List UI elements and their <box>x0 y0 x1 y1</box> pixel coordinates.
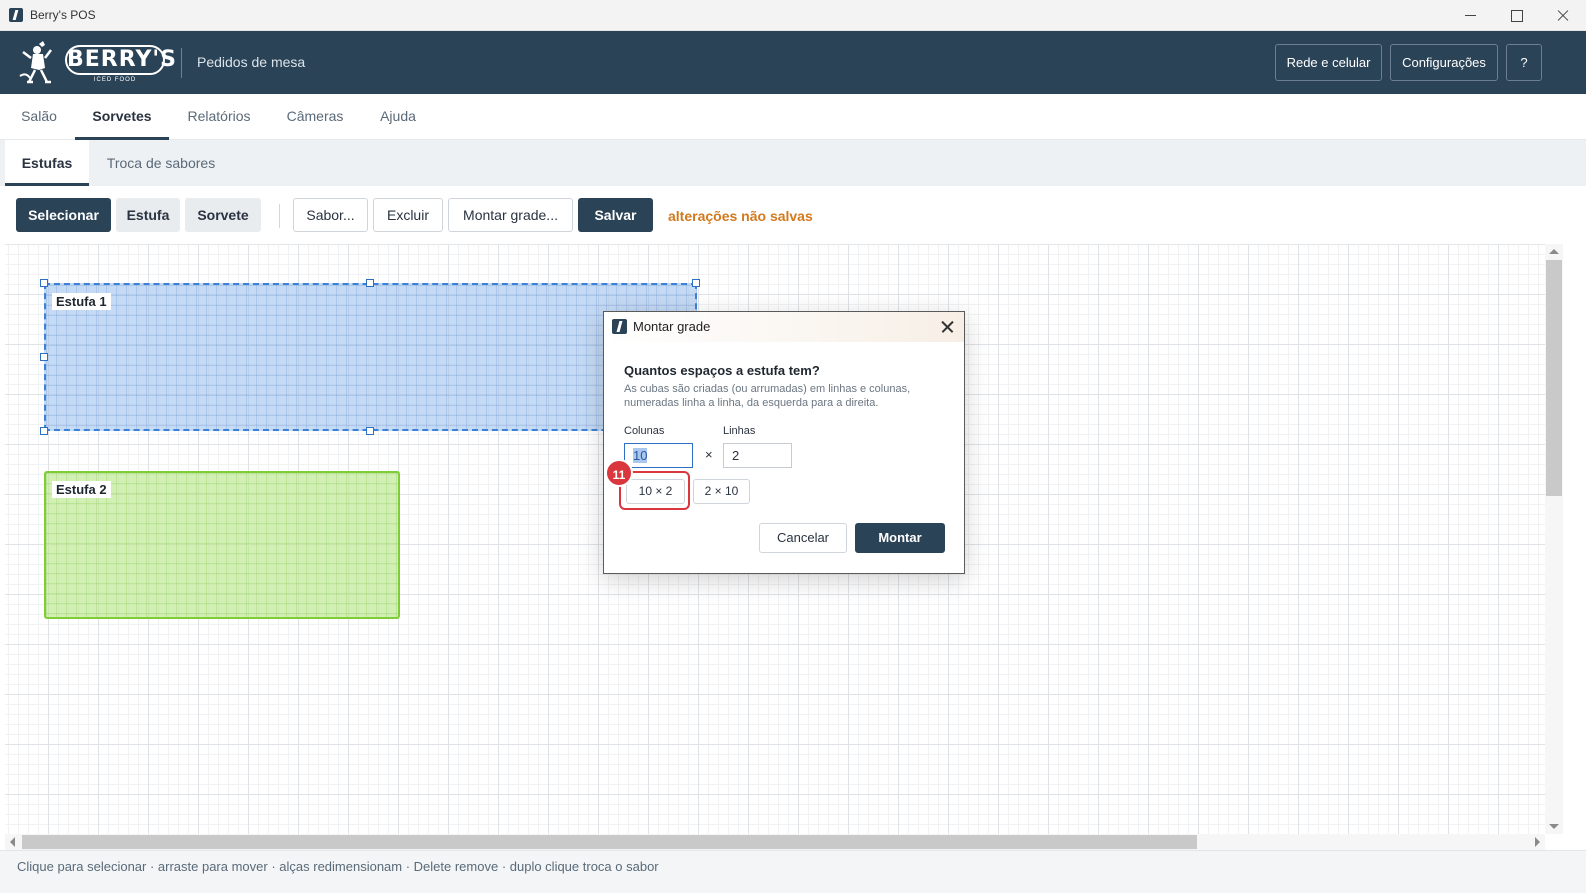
estufa-label: Estufa 2 <box>52 481 111 498</box>
window-title: Berry's POS <box>30 8 96 22</box>
save-button[interactable]: Salvar <box>578 198 653 232</box>
main-nav: Salão Sorvetes Relatórios Câmeras Ajuda <box>0 94 1586 140</box>
tab-sorvetes[interactable]: Sorvetes <box>75 94 169 140</box>
estufa-2[interactable]: Estufa 2 <box>44 471 400 619</box>
resize-handle-nw[interactable] <box>40 279 48 287</box>
times-sign: × <box>705 447 713 462</box>
columns-input[interactable]: 10 <box>624 443 693 468</box>
dialog-question: Quantos espaços a estufa tem? <box>624 363 820 378</box>
tab-salao[interactable]: Salão <box>16 94 62 140</box>
tab-cameras[interactable]: Câmeras <box>280 94 350 140</box>
close-icon[interactable] <box>939 318 957 336</box>
select-mode-button[interactable]: Selecionar <box>16 198 111 232</box>
build-grid-dialog: Montar grade Quantos espaços a estufa te… <box>603 311 965 574</box>
maximize-button[interactable] <box>1494 0 1540 31</box>
tab-relatorios[interactable]: Relatórios <box>181 94 257 140</box>
resize-handle-ne[interactable] <box>692 279 700 287</box>
flavor-button[interactable]: Sabor... <box>293 198 368 232</box>
horizontal-scrollbar[interactable] <box>5 834 1545 850</box>
scroll-left-icon[interactable] <box>10 837 15 847</box>
tab-ajuda[interactable]: Ajuda <box>374 94 422 140</box>
network-button[interactable]: Rede e celular <box>1275 44 1382 81</box>
subtab-troca-sabores[interactable]: Troca de sabores <box>97 140 225 186</box>
help-button[interactable]: ? <box>1506 44 1542 81</box>
delete-button[interactable]: Excluir <box>373 198 443 232</box>
cancel-button[interactable]: Cancelar <box>759 523 847 553</box>
estufa-label: Estufa 1 <box>52 293 111 310</box>
dialog-titlebar: Montar grade <box>604 312 964 342</box>
logo-wordmark: BERRY'S <box>65 45 176 75</box>
app-icon <box>9 8 23 22</box>
estufa-1[interactable]: Estufa 1 <box>44 283 697 431</box>
unsaved-changes-label: alterações não salvas <box>668 208 813 224</box>
montar-button[interactable]: Montar <box>855 523 945 553</box>
scroll-right-icon[interactable] <box>1535 837 1540 847</box>
mascot-icon <box>19 41 52 84</box>
build-grid-button[interactable]: Montar grade... <box>448 198 573 232</box>
dialog-title: Montar grade <box>633 319 711 334</box>
sorvete-mode-button[interactable]: Sorvete <box>185 198 261 232</box>
scroll-down-icon[interactable] <box>1549 824 1559 829</box>
rows-input[interactable]: 2 <box>723 443 792 468</box>
logo-subtitle: ICED FOOD <box>93 77 137 83</box>
step-badge: 11 <box>605 459 633 487</box>
status-hint: Clique para selecionar · arraste para mo… <box>17 859 659 874</box>
vertical-scroll-thumb[interactable] <box>1546 260 1562 496</box>
estufa-mode-button[interactable]: Estufa <box>116 198 180 232</box>
resize-handle-sw[interactable] <box>40 427 48 435</box>
rows-label: Linhas <box>723 425 756 437</box>
dialog-description: As cubas são criadas (ou arrumadas) em l… <box>624 383 911 409</box>
subtab-estufas[interactable]: Estufas <box>5 140 89 186</box>
close-window-button[interactable] <box>1540 0 1586 31</box>
header-divider <box>181 48 182 78</box>
vertical-scrollbar[interactable] <box>1545 244 1563 834</box>
resize-handle-s[interactable] <box>366 427 374 435</box>
editor-toolbar: Selecionar Estufa Sorvete Sabor... Exclu… <box>0 186 1586 244</box>
scroll-up-icon[interactable] <box>1549 249 1559 254</box>
window-titlebar: Berry's POS <box>0 0 1586 31</box>
preset-2x10-button[interactable]: 2 × 10 <box>693 479 750 504</box>
resize-handle-w[interactable] <box>40 353 48 361</box>
app-icon <box>612 319 627 334</box>
minimize-button[interactable] <box>1448 0 1494 31</box>
columns-value: 10 <box>633 448 648 463</box>
app-header: BERRY'S ICED FOOD Pedidos de mesa Rede e… <box>0 31 1586 94</box>
settings-button[interactable]: Configurações <box>1390 44 1498 81</box>
header-subtitle: Pedidos de mesa <box>197 54 306 70</box>
columns-label: Colunas <box>624 425 665 437</box>
toolbar-separator <box>279 204 280 228</box>
resize-handle-n[interactable] <box>366 279 374 287</box>
horizontal-scroll-thumb[interactable] <box>22 835 1197 849</box>
berrys-logo: BERRY'S ICED FOOD <box>17 40 176 86</box>
status-bar: Clique para selecionar · arraste para mo… <box>0 850 1586 893</box>
sub-nav: Estufas Troca de sabores <box>0 140 1586 186</box>
